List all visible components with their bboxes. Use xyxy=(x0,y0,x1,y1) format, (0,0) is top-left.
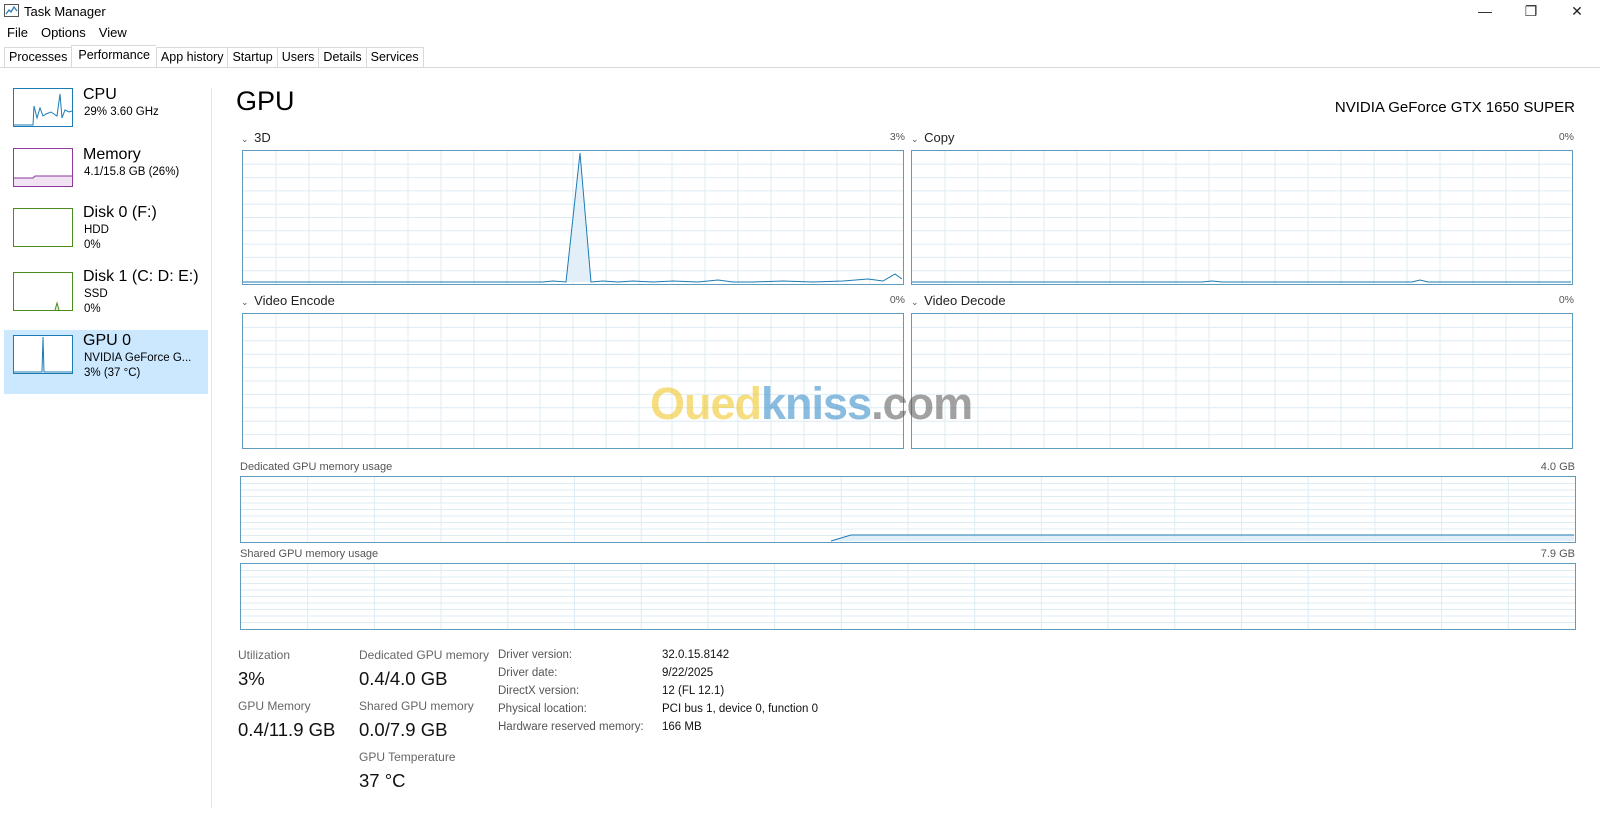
utilization-label: Utilization xyxy=(238,648,291,662)
engine-label: 3D xyxy=(254,130,271,145)
sidebar-subtitle: 29% 3.60 GHz xyxy=(84,106,159,118)
sidebar-item-cpu[interactable]: CPU 29% 3.60 GHz xyxy=(4,84,208,138)
chevron-down-icon: ⌄ xyxy=(911,297,919,307)
menu-file[interactable]: File xyxy=(0,24,34,42)
detail-key: Driver version: xyxy=(498,649,573,661)
graph-video-encode-header[interactable]: ⌄ Video Encode xyxy=(241,293,335,308)
graph-video-decode-header[interactable]: ⌄ Video Decode xyxy=(911,293,1006,308)
gpu-memory-value: 0.4/11.9 GB xyxy=(238,719,336,740)
grid-lines xyxy=(241,477,1575,542)
disk-0-thumbnail xyxy=(13,208,73,247)
task-manager-icon xyxy=(4,4,19,17)
engine-label: Copy xyxy=(924,130,955,145)
sidebar-item-gpu-0[interactable]: GPU 0 NVIDIA GeForce G... 3% (37 °C) xyxy=(4,330,208,394)
tab-details[interactable]: Details xyxy=(318,47,366,68)
gpu-thumbnail xyxy=(13,335,73,374)
graph-copy xyxy=(911,150,1573,285)
grid-lines xyxy=(241,564,1575,629)
sidebar-subtitle: SSD xyxy=(84,288,108,300)
engine-label: Video Decode xyxy=(924,293,1006,308)
detail-value: 12 (FL 12.1) xyxy=(662,685,725,697)
gpu-model-name: NVIDIA GeForce GTX 1650 SUPER xyxy=(1334,99,1575,116)
dedicated-gpu-memory-label: Dedicated GPU memory xyxy=(359,648,490,662)
gpu-temperature-value: 37 °C xyxy=(359,770,406,791)
sidebar-title: Disk 0 (F:) xyxy=(83,204,157,221)
sidebar-item-disk-1[interactable]: Disk 1 (C: D: E:) SSD 0% xyxy=(4,268,208,328)
tab-users[interactable]: Users xyxy=(276,47,319,68)
graph-3d-header[interactable]: ⌄ 3D xyxy=(241,130,271,145)
dedicated-memory-label: Dedicated GPU memory usage xyxy=(240,461,393,473)
memory-thumbnail xyxy=(13,148,73,187)
title-bar: Task Manager — ❐ ✕ xyxy=(0,0,1600,22)
sidebar-subtitle: 4.1/15.8 GB (26%) xyxy=(84,166,180,178)
watermark-part-2: kniss xyxy=(761,378,872,429)
detail-key: Hardware reserved memory: xyxy=(498,721,644,733)
sidebar-item-memory[interactable]: Memory 4.1/15.8 GB (26%) xyxy=(4,144,208,198)
detail-value: 32.0.15.8142 xyxy=(662,649,730,661)
detail-key: Driver date: xyxy=(498,667,558,679)
detail-key: Physical location: xyxy=(498,703,587,715)
grid-lines xyxy=(912,151,1572,284)
window-title: Task Manager xyxy=(24,4,106,19)
chevron-down-icon: ⌄ xyxy=(911,134,919,144)
minimize-button[interactable]: — xyxy=(1462,0,1508,22)
engine-percent: 3% xyxy=(889,131,905,143)
grid-lines xyxy=(912,314,1572,448)
maximize-button[interactable]: ❐ xyxy=(1508,0,1554,22)
sidebar-title: Disk 1 (C: D: E:) xyxy=(83,268,199,285)
sidebar-subtitle-2: 0% xyxy=(84,303,101,315)
detail-key: DirectX version: xyxy=(498,685,580,697)
sidebar-divider xyxy=(211,88,212,808)
gpu-memory-label: GPU Memory xyxy=(238,699,311,713)
tab-app-history[interactable]: App history xyxy=(155,47,228,68)
sidebar-title: GPU 0 xyxy=(83,332,132,349)
cpu-thumbnail xyxy=(13,88,73,127)
dedicated-memory-max: 4.0 GB xyxy=(1540,461,1575,473)
close-button[interactable]: ✕ xyxy=(1554,0,1600,22)
shared-memory-max: 7.9 GB xyxy=(1540,548,1575,560)
tab-processes[interactable]: Processes xyxy=(4,47,72,68)
tab-divider xyxy=(0,67,1600,68)
graph-video-decode xyxy=(911,313,1573,449)
chevron-down-icon: ⌄ xyxy=(241,297,249,307)
sidebar-subtitle: HDD xyxy=(84,224,109,236)
sidebar-subtitle-2: 0% xyxy=(84,239,101,251)
tab-services[interactable]: Services xyxy=(365,47,424,68)
menu-options[interactable]: Options xyxy=(34,24,92,42)
dedicated-gpu-memory-value: 0.4/4.0 GB xyxy=(359,668,448,689)
tab-strip: Processes Performance App history Startu… xyxy=(4,45,424,68)
menu-bar: File Options View xyxy=(0,24,133,42)
graph-copy-header[interactable]: ⌄ Copy xyxy=(911,130,955,145)
detail-value: 9/22/2025 xyxy=(662,667,714,679)
detail-value: 166 MB xyxy=(662,721,702,733)
disk-1-thumbnail xyxy=(13,272,73,311)
engine-label: Video Encode xyxy=(254,293,335,308)
graph-3d xyxy=(242,150,904,285)
sidebar-title: CPU xyxy=(83,86,117,103)
graph-dedicated-memory xyxy=(240,476,1576,543)
tab-startup[interactable]: Startup xyxy=(227,47,277,68)
engine-percent: 0% xyxy=(1558,294,1574,306)
engine-percent: 0% xyxy=(889,294,905,306)
page-title: GPU xyxy=(236,86,295,116)
utilization-value: 3% xyxy=(238,668,265,689)
sidebar-title: Memory xyxy=(83,146,141,163)
watermark: Ouedkniss.com xyxy=(650,378,973,430)
shared-gpu-memory-label: Shared GPU memory xyxy=(359,699,474,713)
shared-gpu-memory-value: 0.0/7.9 GB xyxy=(359,719,448,740)
watermark-part-1: Oued xyxy=(650,378,762,429)
watermark-part-3: .com xyxy=(871,378,973,429)
shared-memory-label: Shared GPU memory usage xyxy=(240,548,379,560)
engine-percent: 0% xyxy=(1558,131,1574,143)
sidebar-subtitle: NVIDIA GeForce G... xyxy=(84,352,192,364)
detail-value: PCI bus 1, device 0, function 0 xyxy=(662,703,818,715)
sidebar-subtitle-2: 3% (37 °C) xyxy=(84,367,141,379)
sidebar-item-disk-0[interactable]: Disk 0 (F:) HDD 0% xyxy=(4,204,208,264)
graph-shared-memory xyxy=(240,563,1576,630)
tab-performance[interactable]: Performance xyxy=(71,45,156,68)
gpu-temperature-label: GPU Temperature xyxy=(359,750,456,764)
chevron-down-icon: ⌄ xyxy=(241,134,249,144)
menu-view[interactable]: View xyxy=(92,24,133,42)
